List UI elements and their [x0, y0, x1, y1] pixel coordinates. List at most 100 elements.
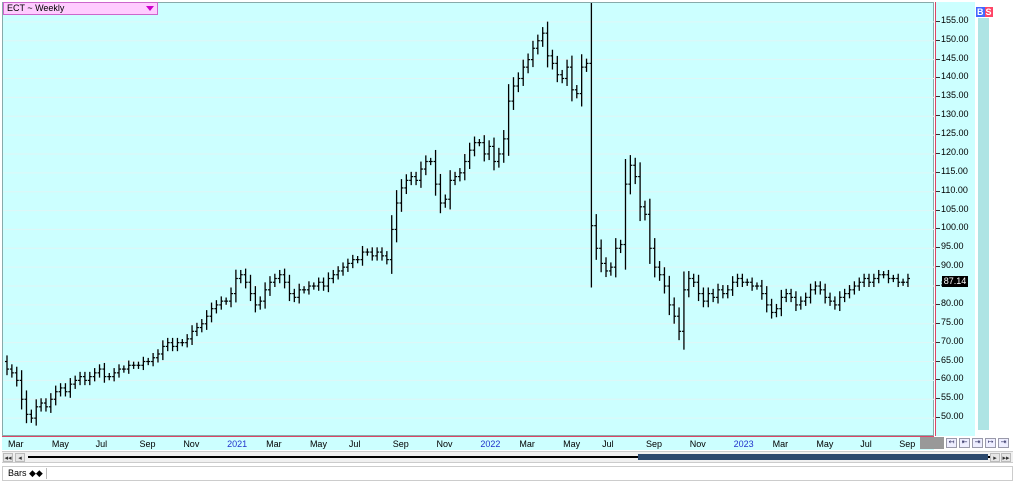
ohlc-bar — [248, 274, 253, 302]
ohlc-bar — [170, 337, 175, 352]
price-tick-label: 70.00 — [941, 335, 964, 346]
last-price-marker: 87.14 — [942, 276, 968, 287]
ohlc-bar — [750, 277, 755, 291]
ohlc-bar — [633, 157, 638, 185]
ohlc-bar — [282, 268, 287, 289]
ohlc-bar — [462, 154, 467, 181]
scroll-start-icon[interactable]: ◂◂ — [3, 453, 13, 462]
ohlc-bar — [34, 399, 39, 426]
symbol-selector[interactable]: ECT ~ Weekly — [3, 2, 158, 15]
ohlc-bar — [73, 375, 78, 389]
price-tick — [936, 96, 940, 98]
time-tick-label: Nov — [183, 439, 200, 449]
price-tick-label: 155.00 — [941, 14, 969, 25]
ohlc-bar — [209, 302, 214, 323]
chart-plot-area[interactable] — [2, 2, 935, 436]
ohlc-bar — [565, 59, 570, 86]
time-tick-label: Jul — [602, 439, 614, 449]
price-tick-label: 60.00 — [941, 373, 964, 384]
ohlc-bar — [813, 281, 818, 295]
ohlc-bar — [316, 277, 321, 291]
ohlc-bar — [662, 267, 667, 294]
ohlc-bar — [194, 322, 199, 337]
ohlc-bar — [370, 247, 375, 261]
ohlc-bar — [862, 273, 867, 288]
time-tick-label: Sep — [392, 439, 409, 449]
time-tick-label: 2021 — [227, 439, 248, 449]
ohlc-bar — [160, 340, 165, 361]
ohlc-bar — [526, 53, 531, 74]
expand-icon[interactable]: ⇥ — [972, 438, 983, 448]
ohlc-bar — [297, 283, 302, 304]
scroll-last-icon[interactable]: ▸▸ — [1001, 453, 1011, 462]
ohlc-bar — [326, 272, 331, 293]
dropdown-arrow-icon[interactable] — [146, 6, 154, 11]
ohlc-bar — [58, 383, 63, 397]
bars-study-tab[interactable]: Bars ◆◆ — [5, 468, 47, 479]
time-tick-label: Sep — [899, 439, 916, 449]
zoom-in-icon[interactable]: ↦ — [985, 438, 996, 448]
ohlc-bar — [82, 371, 87, 386]
sell-badge[interactable]: S — [984, 7, 993, 17]
ohlc-bar — [667, 275, 672, 316]
ohlc-bar — [901, 278, 906, 286]
ohlc-bar — [14, 366, 19, 387]
buy-sell-badges[interactable]: BS — [976, 7, 993, 17]
ohlc-bar — [399, 179, 404, 212]
price-tick-label: 55.00 — [941, 392, 964, 403]
compress-icon[interactable]: ⇤ — [959, 438, 970, 448]
ohlc-bar — [9, 364, 14, 378]
ohlc-bar — [842, 288, 847, 303]
ohlc-bar — [686, 271, 691, 298]
ohlc-bar — [258, 296, 263, 310]
ohlc-bar — [759, 279, 764, 300]
ohlc-bar — [691, 273, 696, 288]
time-tick-label: 2022 — [480, 439, 501, 449]
ohlc-bar — [229, 287, 234, 308]
price-tick — [936, 152, 940, 154]
price-tick — [936, 379, 940, 381]
time-axis: Mar May Jul Sep Nov 2021 Mar May Jul Sep Nov 2022 Ma… — [2, 436, 934, 450]
ohlc-bar — [496, 147, 501, 168]
ohlc-bar — [871, 273, 876, 288]
ohlc-bar — [779, 289, 784, 317]
ohlc-bar — [384, 251, 389, 265]
ohlc-bar — [516, 72, 521, 93]
ohlc-bar — [438, 173, 443, 214]
scroll-end-icon[interactable]: ⇥ — [998, 438, 1009, 448]
buy-badge[interactable]: B — [976, 7, 985, 17]
ohlc-bar — [594, 214, 599, 260]
scroll-right-icon[interactable]: ▸ — [990, 453, 1000, 462]
ohlc-bar — [891, 274, 896, 283]
ohlc-bar — [628, 155, 633, 195]
ohlc-bar — [852, 281, 857, 295]
price-tick-label: 145.00 — [941, 52, 969, 63]
ohlc-bar — [238, 269, 243, 284]
price-tick — [936, 322, 940, 324]
ohlc-bar — [789, 288, 794, 303]
right-scale-bar[interactable] — [978, 18, 989, 430]
ohlc-bar — [560, 69, 565, 84]
price-tick — [936, 209, 940, 211]
ohlc-bar — [457, 168, 462, 182]
time-scrollbar[interactable]: ◂◂ ◂ ▸ ▸▸ — [2, 451, 1013, 463]
price-tick — [936, 115, 940, 117]
ohlc-bar — [126, 360, 131, 374]
time-tick-label: Mar — [519, 439, 535, 449]
axis-corner-box — [920, 437, 944, 449]
price-tick — [936, 190, 940, 192]
price-tick-label: 100.00 — [941, 222, 969, 233]
price-tick — [936, 285, 940, 287]
ohlc-bar — [204, 310, 209, 330]
ohlc-bar — [136, 361, 141, 369]
scroll-left-icon[interactable]: ◂ — [15, 453, 25, 462]
ohlc-bar — [341, 262, 346, 276]
time-tick-label: Mar — [8, 439, 24, 449]
ohlc-bar — [19, 370, 24, 410]
ohlc-bar — [87, 371, 92, 386]
price-tick-label: 125.00 — [941, 128, 969, 139]
ohlc-bar — [506, 84, 511, 156]
ohlc-bar — [63, 383, 68, 397]
zoom-out-icon[interactable]: ↤ — [946, 438, 957, 448]
scroll-thumb[interactable] — [638, 454, 988, 460]
